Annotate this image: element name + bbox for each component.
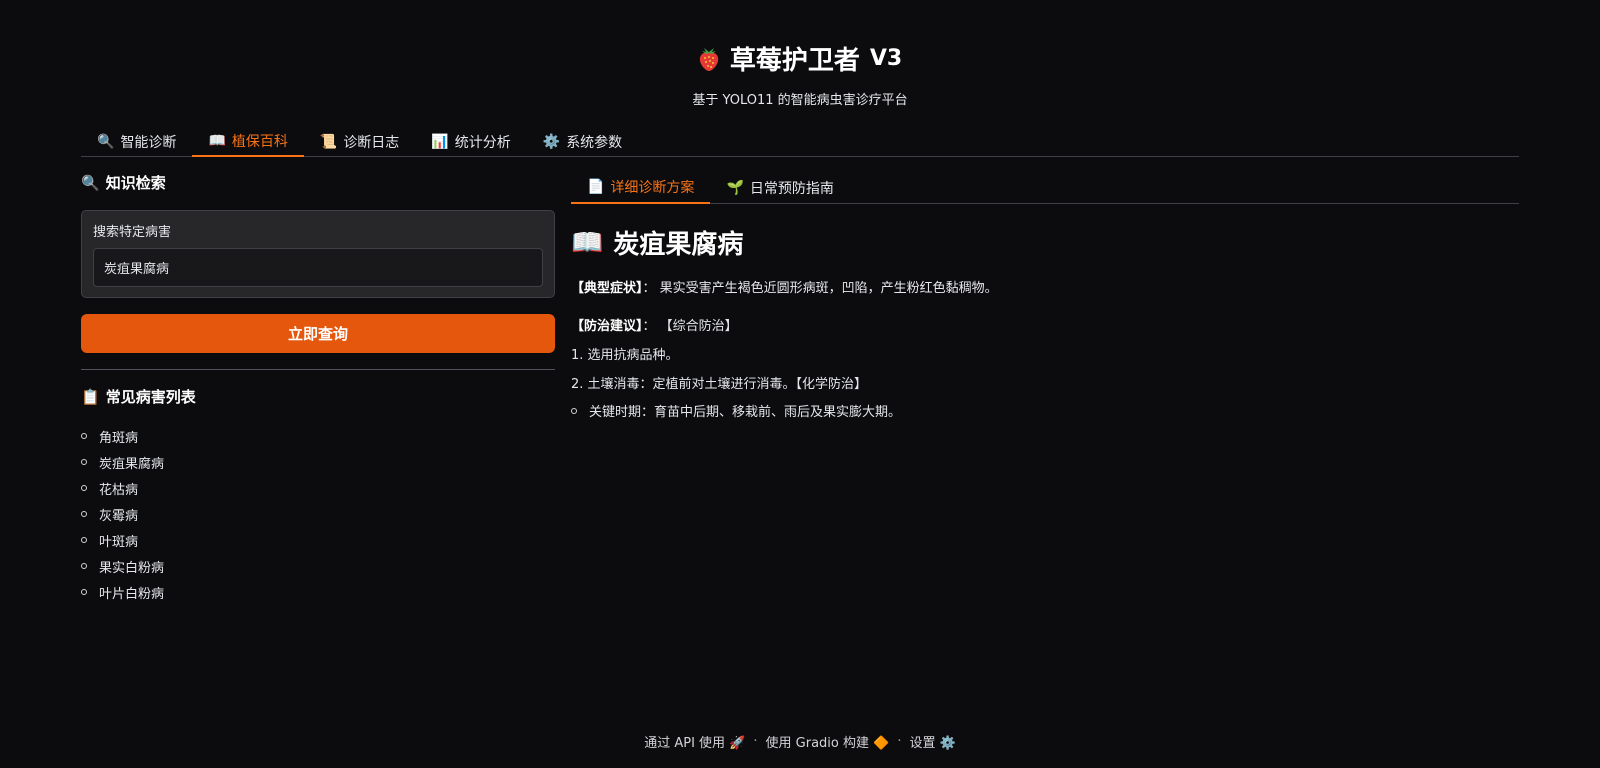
advice-label: 【防治建议】: [571, 319, 643, 334]
gradio-logo-icon: 🔶: [873, 736, 890, 751]
app-title: 草莓护卫者: [729, 46, 860, 76]
rocket-icon: 🚀: [729, 736, 746, 751]
disease-name: 叶斑病: [99, 534, 139, 550]
tab-system-params[interactable]: ⚙️ 系统参数: [527, 126, 638, 157]
api-link[interactable]: 通过 API 使用 🚀: [644, 732, 745, 751]
bullet-icon: [81, 537, 87, 543]
diagnosis-document: 📖 炭疽果腐病 【典型症状】： 果实受害产生褐色近圆形病斑，凹陷，产生粉红色黏稠…: [571, 224, 1519, 420]
search-box: 搜索特定病害: [81, 210, 555, 298]
disease-name: 炭疽果腐病: [99, 456, 165, 472]
gear-icon: ⚙️: [939, 736, 956, 751]
tab-label: 详细诊断方案: [610, 180, 695, 196]
footer: 通过 API 使用 🚀 · 使用 Gradio 构建 🔶 · 设置 ⚙️: [0, 732, 1600, 751]
bullet-icon: [571, 407, 577, 414]
list-item: 叶片白粉病: [81, 579, 555, 605]
tab-label: 诊断日志: [343, 134, 400, 151]
bullet-icon: [81, 589, 87, 595]
advice-paragraph: 【防治建议】： 【综合防治】: [571, 315, 1519, 334]
tab-smart-diagnosis[interactable]: 🔍 智能诊断: [81, 126, 192, 157]
query-button[interactable]: 立即查询: [81, 314, 555, 353]
list-item: 花枯病: [81, 475, 555, 501]
symptom-text: 果实受害产生褐色近圆形病斑，凹陷，产生粉红色黏稠物。: [659, 281, 998, 296]
bar-chart-icon: 📊: [431, 133, 449, 150]
key-period-item: 关键时期：育苗中后期、移栽前、雨后及果实膨大期。: [571, 401, 1519, 420]
settings-link[interactable]: 设置 ⚙️: [909, 732, 955, 751]
disease-search-input[interactable]: [93, 248, 543, 287]
list-item: 果实白粉病: [81, 553, 555, 579]
settings-link-text: 设置: [909, 736, 936, 751]
doc-title: 📖 炭疽果腐病: [571, 224, 1519, 261]
bullet-icon: [81, 433, 87, 439]
divider: [81, 369, 555, 370]
search-icon: 🔍: [81, 173, 100, 192]
separator: ·: [753, 734, 758, 749]
list-item: 角斑病: [81, 423, 555, 449]
tab-prevention-guide[interactable]: 🌱 日常预防指南: [710, 172, 849, 204]
api-link-text: 通过 API 使用: [644, 736, 726, 751]
tab-detailed-plan[interactable]: 📄 详细诊断方案: [571, 172, 711, 204]
tab-label: 日常预防指南: [749, 181, 834, 197]
tab-statistics[interactable]: 📊 统计分析: [415, 126, 526, 157]
clipboard-icon: 📋: [81, 387, 100, 406]
bullet-icon: [81, 485, 87, 491]
tab-diagnosis-log[interactable]: 📜 诊断日志: [304, 126, 415, 157]
disease-name: 角斑病: [99, 430, 139, 446]
disease-name: 叶片白粉病: [99, 586, 165, 602]
gradio-link[interactable]: 使用 Gradio 构建 🔶: [766, 732, 890, 751]
section-title-text: 知识检索: [105, 174, 166, 192]
sub-tab-bar: 📄 详细诊断方案 🌱 日常预防指南: [571, 172, 1519, 204]
book-icon: 📖: [208, 132, 226, 149]
app-subtitle: 基于 YOLO11 的智能病虫害诊疗平台: [692, 93, 908, 108]
disease-name: 花枯病: [99, 482, 139, 498]
symptom-paragraph: 【典型症状】： 果实受害产生褐色近圆形病斑，凹陷，产生粉红色黏稠物。: [571, 277, 1519, 296]
strawberry-icon: [699, 47, 718, 71]
advice-line-1: 1. 选用抗病品种。: [571, 348, 679, 363]
disease-list: 角斑病 炭疽果腐病 花枯病 灰霉病 叶斑病 果实白粉病 叶片白粉病: [81, 423, 555, 605]
document-icon: 📄: [587, 179, 605, 195]
doc-title-text: 炭疽果腐病: [613, 230, 744, 260]
gradio-link-text: 使用 Gradio 构建: [765, 736, 869, 751]
bullet-icon: [81, 511, 87, 517]
list-item: 炭疽果腐病: [81, 449, 555, 475]
tab-label: 植保百科: [231, 133, 288, 150]
seedling-icon: 🌱: [726, 180, 744, 196]
tab-label: 统计分析: [454, 134, 511, 151]
tab-label: 智能诊断: [120, 134, 177, 151]
search-label: 搜索特定病害: [93, 225, 172, 240]
book-icon: 📖: [571, 227, 604, 258]
main-tab-bar: 🔍 智能诊断 📖 植保百科 📜 诊断日志 📊 统计分析 ⚙️ 系统参数: [81, 126, 1519, 157]
app-header: 草莓护卫者 V3 基于 YOLO11 的智能病虫害诊疗平台: [0, 40, 1600, 108]
disease-name: 果实白粉病: [99, 560, 165, 576]
advice-text: 【综合防治】: [659, 319, 738, 334]
advice-line-2: 2. 土壤消毒：定植前对土壤进行消毒。【化学防治】: [571, 377, 868, 392]
knowledge-panel: 🔍 知识检索 搜索特定病害 立即查询 📋 常见病害列表 角斑病 炭疽果腐病 花枯…: [81, 172, 555, 605]
advice-colon: ：: [642, 319, 656, 334]
tab-label: 系统参数: [566, 134, 623, 151]
symptom-label: 【典型症状】: [571, 281, 643, 296]
search-icon: 🔍: [97, 133, 115, 150]
title-row: 草莓护卫者 V3: [0, 40, 1600, 77]
scroll-icon: 📜: [319, 133, 338, 150]
section-title-text: 常见病害列表: [105, 388, 196, 406]
list-item: 灰霉病: [81, 501, 555, 527]
disease-name: 灰霉病: [99, 508, 139, 524]
bullet-icon: [81, 459, 87, 465]
symptom-colon: ：: [642, 281, 656, 296]
knowledge-search-title: 🔍 知识检索: [81, 172, 555, 193]
key-period-text: 关键时期：育苗中后期、移栽前、雨后及果实膨大期。: [589, 405, 902, 420]
disease-list-title: 📋 常见病害列表: [81, 386, 555, 407]
bullet-icon: [81, 563, 87, 569]
tab-plant-encyclopedia[interactable]: 📖 植保百科: [192, 126, 304, 157]
detail-panel: 📄 详细诊断方案 🌱 日常预防指南 📖 炭疽果腐病 【典型症状】： 果实受害产生…: [571, 172, 1519, 420]
app-version: V3: [869, 46, 903, 71]
list-item: 叶斑病: [81, 527, 555, 553]
gear-icon: ⚙️: [542, 133, 561, 150]
separator: ·: [897, 734, 902, 749]
